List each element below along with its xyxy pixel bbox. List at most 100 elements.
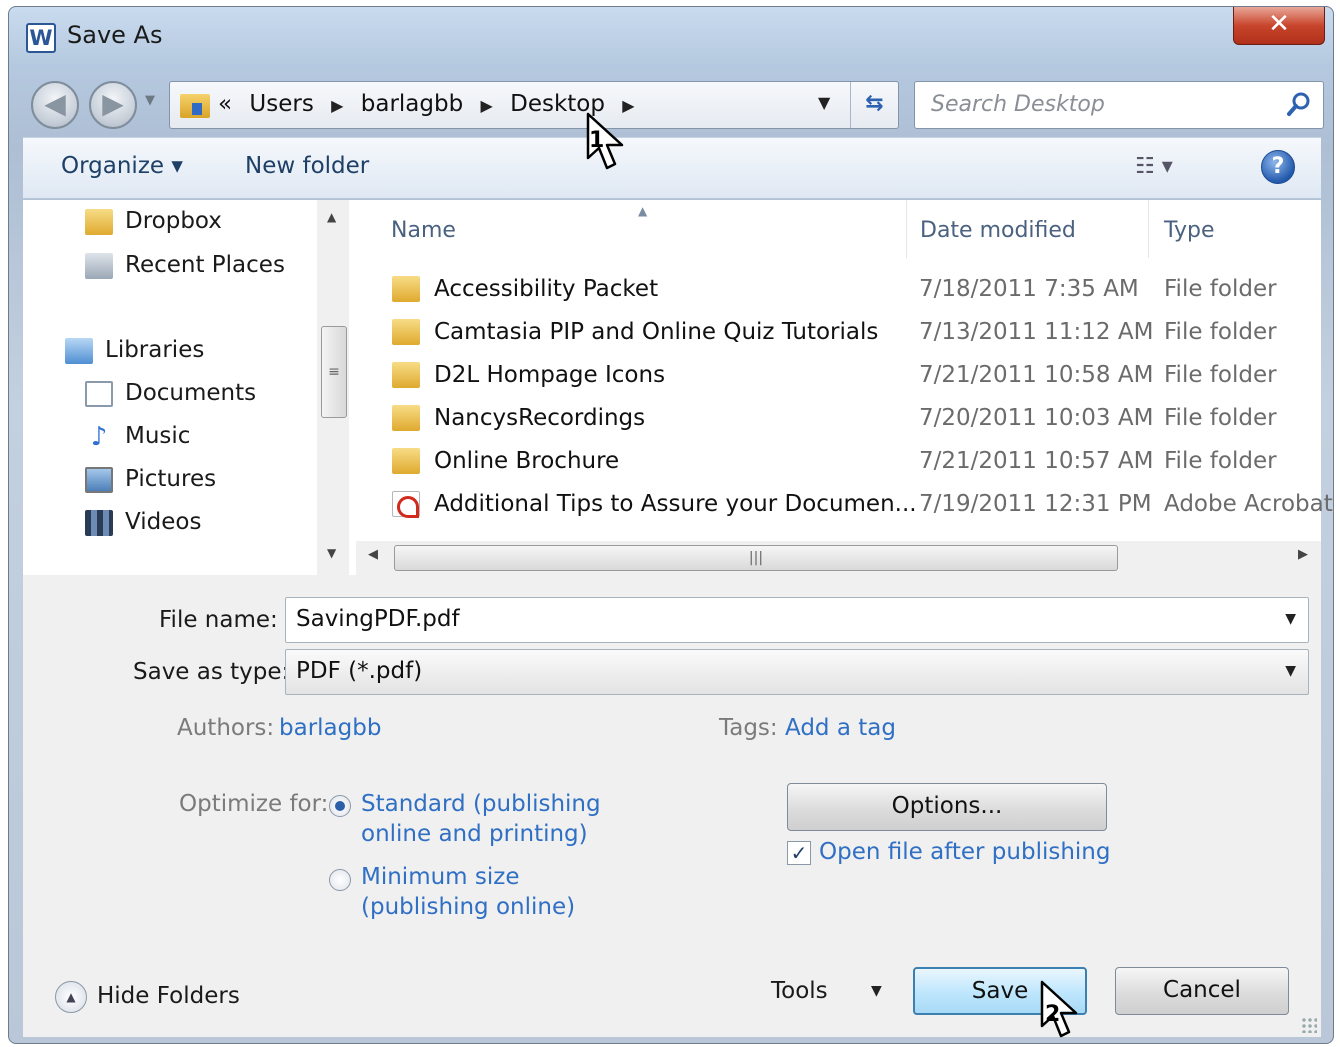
authors-label: Authors: <box>177 715 275 741</box>
forward-button[interactable]: ▶ <box>89 81 137 129</box>
save-as-type-value: PDF (*.pdf) <box>296 658 423 684</box>
file-name-value: SavingPDF.pdf <box>296 606 460 632</box>
folder-icon <box>392 448 420 474</box>
help-icon[interactable]: ? <box>1261 150 1295 184</box>
file-type: File folder <box>1164 405 1277 431</box>
sidebar-item-documents[interactable]: Documents <box>85 380 256 416</box>
sidebar-item-label: Recent Places <box>125 252 285 278</box>
sidebar-item-label: Libraries <box>105 337 205 363</box>
breadcrumb-barlagbb[interactable]: barlagbb <box>361 91 463 117</box>
optimize-for-label: Optimize for: <box>179 791 329 817</box>
file-date: 7/21/2011 10:57 AM <box>919 448 1154 474</box>
sidebar-item-libraries[interactable]: Libraries <box>65 337 204 373</box>
scrollbar-thumb[interactable]: ||| <box>394 545 1118 571</box>
save-options-panel: File name: SavingPDF.pdf ▼ Save as type:… <box>23 575 1321 1037</box>
file-row[interactable]: NancysRecordings 7/20/2011 10:03 AM File… <box>356 401 1321 441</box>
recent-places-icon <box>85 252 113 279</box>
column-header-name[interactable]: Name <box>391 218 456 243</box>
pictures-icon <box>85 466 113 493</box>
file-type: Adobe Acrobat <box>1164 491 1333 517</box>
breadcrumb-chevron-icon[interactable]: ▶ <box>331 96 343 115</box>
minimum-size-radio[interactable] <box>329 869 351 891</box>
sidebar-item-recent-places[interactable]: Recent Places <box>85 252 285 288</box>
organize-menu[interactable]: Organize ▾ <box>61 153 183 179</box>
sidebar-item-pictures[interactable]: Pictures <box>85 466 216 502</box>
column-divider[interactable] <box>1148 200 1149 258</box>
standard-option-label[interactable]: online and printing) <box>361 821 588 847</box>
file-list-horizontal-scrollbar[interactable]: ◀ ||| ▶ <box>356 541 1321 575</box>
breadcrumb-users[interactable]: Users <box>249 91 313 117</box>
search-icon[interactable] <box>1285 90 1313 118</box>
folder-icon <box>85 208 113 235</box>
save-as-type-label: Save as type: <box>133 659 290 685</box>
open-after-publishing-checkbox[interactable]: ✓ <box>787 841 811 865</box>
navigation-bar: ◀ ▶ ▼ « Users ▶ barlagbb ▶ Desktop ▶ ▼ ⇆… <box>9 73 1333 135</box>
search-input[interactable]: Search Desktop <box>914 81 1324 129</box>
file-name-field[interactable]: SavingPDF.pdf ▼ <box>285 597 1309 643</box>
tools-dropdown-icon[interactable]: ▼ <box>871 983 882 999</box>
scroll-down-icon[interactable]: ▼ <box>327 546 336 560</box>
sidebar-item-label: Videos <box>125 509 202 535</box>
folder-icon <box>392 362 420 388</box>
close-button[interactable]: ✕ <box>1233 7 1325 45</box>
file-type: File folder <box>1164 362 1277 388</box>
sort-ascending-icon: ▲ <box>638 204 648 218</box>
standard-radio[interactable] <box>329 795 351 817</box>
tools-menu[interactable]: Tools <box>771 978 828 1004</box>
save-as-type-select[interactable]: PDF (*.pdf) ▼ <box>285 649 1309 695</box>
sidebar-item-label: Dropbox <box>125 208 222 234</box>
file-row[interactable]: Camtasia PIP and Online Quiz Tutorials 7… <box>356 315 1321 355</box>
folder-icon <box>392 405 420 431</box>
minimum-size-option-label[interactable]: Minimum size <box>361 864 520 890</box>
address-dropdown-icon[interactable]: ▼ <box>818 93 830 112</box>
file-date: 7/21/2011 10:58 AM <box>919 362 1154 388</box>
minimum-size-option-label[interactable]: (publishing online) <box>361 894 575 920</box>
file-name-label: File name: <box>159 607 278 633</box>
cancel-button[interactable]: Cancel <box>1115 967 1289 1015</box>
chevron-down-icon[interactable]: ▼ <box>1285 663 1296 679</box>
breadcrumb-chevron-icon[interactable]: ▶ <box>481 96 493 115</box>
dialog-title: Save As <box>67 21 163 49</box>
file-row[interactable]: D2L Hompage Icons 7/21/2011 10:58 AM Fil… <box>356 358 1321 398</box>
browser-area: Dropbox Recent Places Libraries Document… <box>23 200 1333 575</box>
scroll-right-icon[interactable]: ▶ <box>1298 547 1308 562</box>
back-button[interactable]: ◀ <box>31 81 79 129</box>
resize-grip-icon[interactable] <box>1301 1017 1317 1033</box>
column-header-type[interactable]: Type <box>1164 218 1215 243</box>
file-row[interactable]: Accessibility Packet 7/18/2011 7:35 AM F… <box>356 272 1321 312</box>
scroll-up-icon[interactable]: ▲ <box>327 210 336 224</box>
new-folder-button[interactable]: New folder <box>245 153 369 179</box>
scrollbar-thumb[interactable]: ≡ <box>321 326 347 418</box>
hide-folders-button[interactable]: Hide Folders <box>97 983 240 1009</box>
sidebar-item-dropbox[interactable]: Dropbox <box>85 208 222 244</box>
command-toolbar: Organize ▾ New folder ☷ ▾ ? <box>23 137 1321 199</box>
add-tag-link[interactable]: Add a tag <box>785 715 896 741</box>
sidebar-item-music[interactable]: ♪ Music <box>85 423 191 459</box>
title-bar: W Save As ✕ <box>9 7 1333 69</box>
options-button[interactable]: Options... <box>787 783 1107 831</box>
standard-option-label[interactable]: Standard (publishing <box>361 791 601 817</box>
step-2-label: 2 <box>1045 1002 1061 1027</box>
hide-folders-icon[interactable]: ▲ <box>55 981 87 1013</box>
folder-icon <box>392 276 420 302</box>
change-view-icon[interactable]: ☷ ▾ <box>1135 154 1173 179</box>
breadcrumb-overflow[interactable]: « <box>218 91 232 117</box>
file-name-dropdown-icon[interactable]: ▼ <box>1285 611 1296 627</box>
recent-pages-dropdown-icon[interactable]: ▼ <box>145 93 155 108</box>
sidebar-item-label: Music <box>125 423 191 449</box>
navigation-pane-scrollbar[interactable]: ▲ ≡ ▼ <box>317 200 349 575</box>
search-placeholder: Search Desktop <box>931 92 1105 117</box>
tags-label: Tags: <box>719 715 778 741</box>
sidebar-item-label: Documents <box>125 380 257 406</box>
save-as-dialog: W Save As ✕ ◀ ▶ ▼ « Users ▶ barlagbb ▶ D… <box>8 6 1334 1044</box>
authors-value[interactable]: barlagbb <box>279 715 381 741</box>
address-bar[interactable]: « Users ▶ barlagbb ▶ Desktop ▶ ▼ ⇆ <box>169 81 899 129</box>
refresh-icon[interactable]: ⇆ <box>850 82 898 128</box>
file-row[interactable]: Additional Tips to Assure your Documen..… <box>356 487 1333 527</box>
column-header-date-modified[interactable]: Date modified <box>920 218 1076 243</box>
open-after-publishing-label[interactable]: Open file after publishing <box>819 839 1111 865</box>
sidebar-item-videos[interactable]: Videos <box>85 509 201 545</box>
scroll-left-icon[interactable]: ◀ <box>368 547 378 562</box>
file-row[interactable]: Online Brochure 7/21/2011 10:57 AM File … <box>356 444 1321 484</box>
column-divider[interactable] <box>906 200 907 258</box>
